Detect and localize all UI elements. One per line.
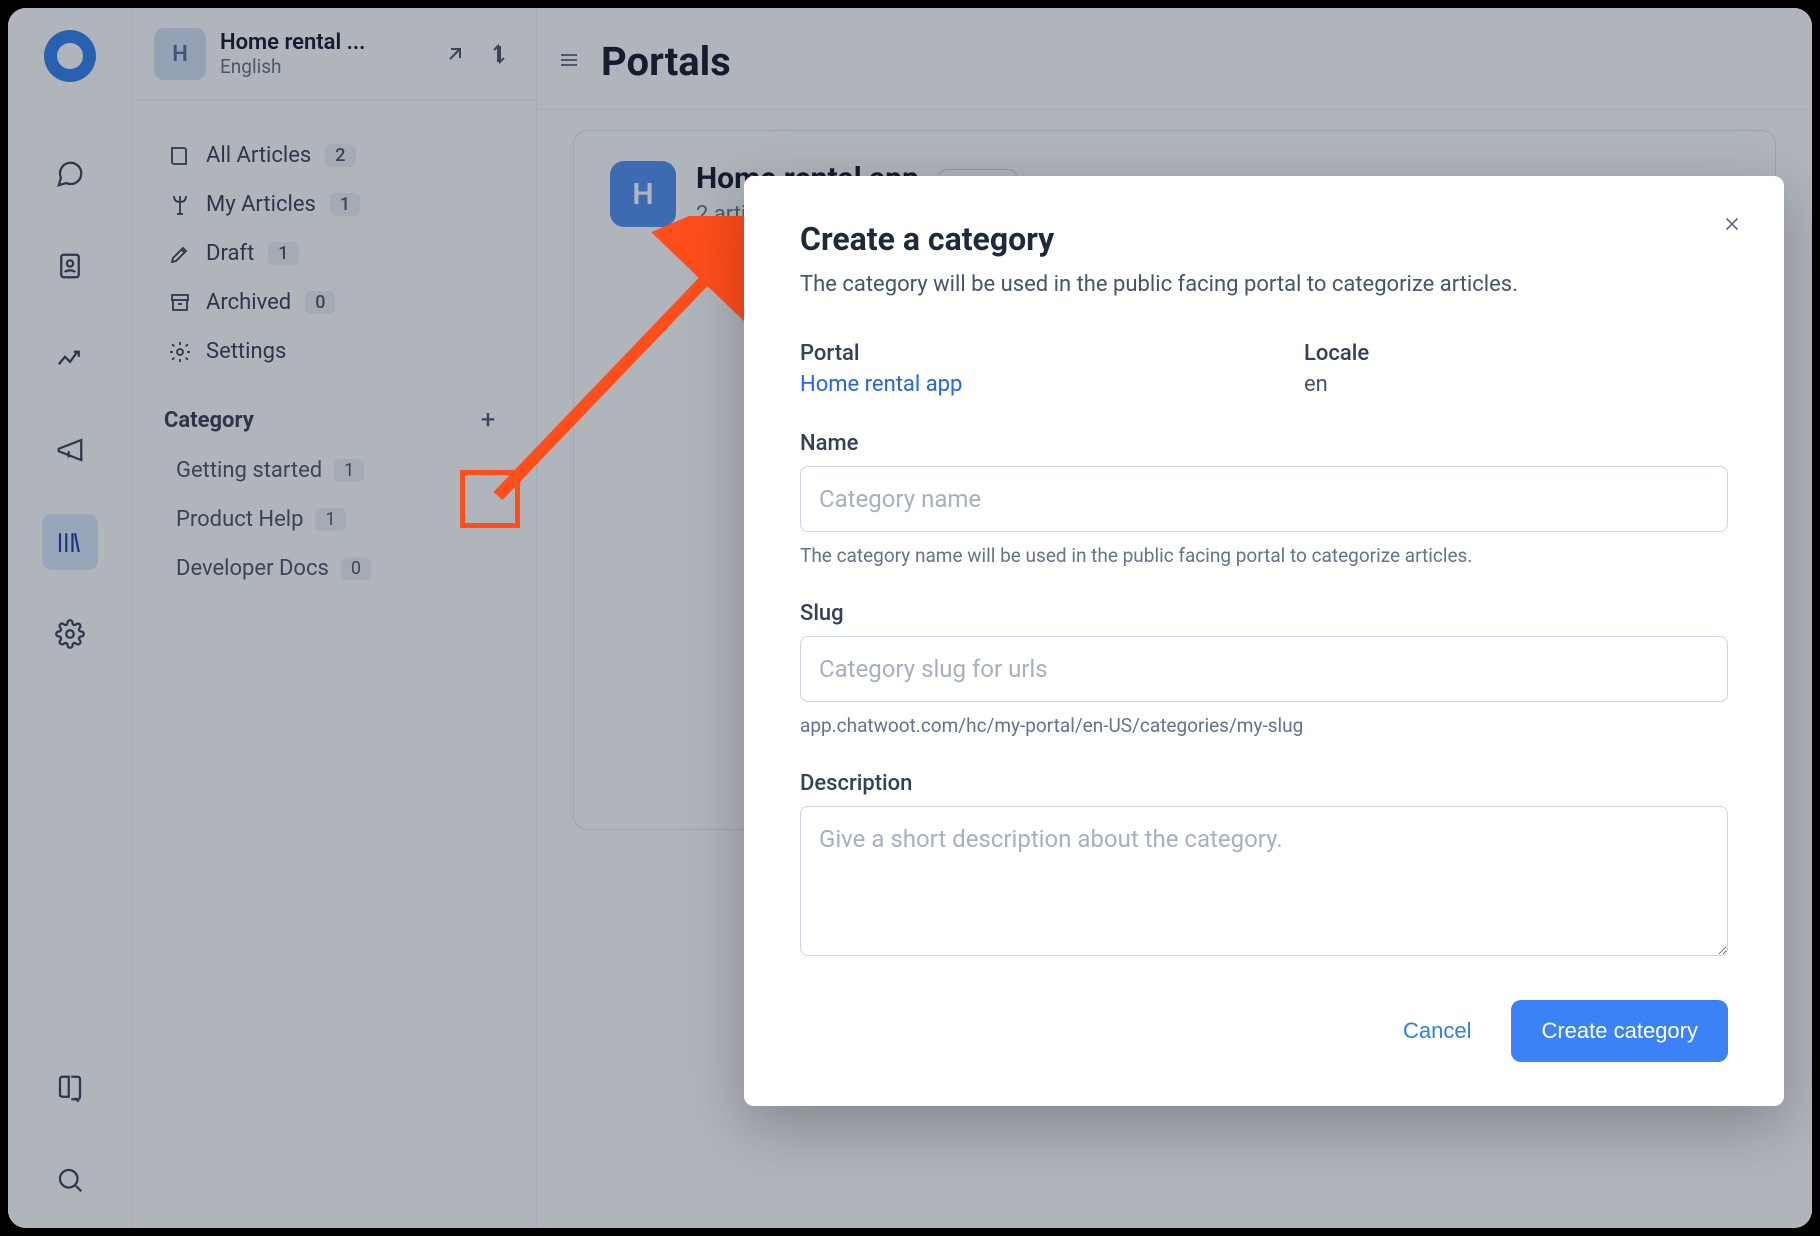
portal-locale: English xyxy=(220,55,426,78)
portal-card-avatar: H xyxy=(610,161,676,227)
sidebar-item-settings[interactable]: Settings xyxy=(154,327,514,376)
close-icon[interactable] xyxy=(1716,208,1748,240)
main-header: Portals xyxy=(537,8,1812,110)
portal-name: Home rental ... xyxy=(220,30,426,55)
count-badge: 1 xyxy=(315,508,345,531)
app-window: H Home rental ... English All Articles 2… xyxy=(8,8,1812,1228)
sidebar-item-label: Draft xyxy=(206,241,254,266)
cancel-button[interactable]: Cancel xyxy=(1393,1004,1481,1058)
sidebar-item-all-articles[interactable]: All Articles 2 xyxy=(154,131,514,180)
contacts-icon[interactable] xyxy=(42,238,98,294)
count-badge: 1 xyxy=(330,193,360,216)
portal-field-value: Home rental app xyxy=(800,372,1224,397)
sidebar-item-label: My Articles xyxy=(206,192,316,217)
create-category-modal: Create a category The category will be u… xyxy=(744,176,1784,1106)
campaigns-icon[interactable] xyxy=(42,422,98,478)
sidebar-item-archived[interactable]: Archived 0 xyxy=(154,278,514,327)
count-badge: 0 xyxy=(305,291,335,314)
slug-label: Slug xyxy=(800,601,1728,626)
slug-hint: app.chatwoot.com/hc/my-portal/en-US/cate… xyxy=(800,714,1728,737)
category-description-input[interactable] xyxy=(800,806,1728,956)
page-title: Portals xyxy=(601,38,731,85)
settings-icon[interactable] xyxy=(42,606,98,662)
book-icon xyxy=(168,144,192,168)
category-section-label: Category xyxy=(164,408,254,433)
modal-title: Create a category xyxy=(800,220,1728,258)
sidebar-item-label: Settings xyxy=(206,339,286,364)
create-category-button[interactable]: Create category xyxy=(1511,1000,1728,1062)
docs-icon[interactable] xyxy=(42,1060,98,1116)
chat-icon[interactable] xyxy=(42,146,98,202)
search-icon[interactable] xyxy=(42,1152,98,1208)
locale-field-label: Locale xyxy=(1304,341,1728,366)
locale-field-value: en xyxy=(1304,372,1728,397)
add-category-button[interactable]: + xyxy=(472,404,504,436)
gear-icon xyxy=(168,340,192,364)
count-badge: 1 xyxy=(268,242,298,265)
count-badge: 0 xyxy=(341,557,371,580)
name-hint: The category name will be used in the pu… xyxy=(800,544,1728,567)
reports-icon[interactable] xyxy=(42,330,98,386)
sidebar-item-draft[interactable]: Draft 1 xyxy=(154,229,514,278)
portal-field-label: Portal xyxy=(800,341,1224,366)
app-logo xyxy=(44,30,96,82)
category-label: Product Help xyxy=(176,507,303,532)
draft-icon xyxy=(168,242,192,266)
sidebar-item-label: Archived xyxy=(206,290,291,315)
category-item[interactable]: Getting started 1 xyxy=(154,446,514,495)
count-badge: 1 xyxy=(334,459,364,482)
category-item[interactable]: Product Help 1 xyxy=(154,495,514,544)
swap-icon[interactable] xyxy=(484,39,514,69)
portal-avatar: H xyxy=(154,28,206,80)
sidebar-item-my-articles[interactable]: My Articles 1 xyxy=(154,180,514,229)
category-label: Developer Docs xyxy=(176,556,329,581)
open-external-icon[interactable] xyxy=(440,39,470,69)
trident-icon xyxy=(168,193,192,217)
count-badge: 2 xyxy=(325,144,355,167)
description-label: Description xyxy=(800,771,1728,796)
archive-icon xyxy=(168,291,192,315)
nav-rail xyxy=(8,8,132,1228)
category-label: Getting started xyxy=(176,458,322,483)
modal-lead: The category will be used in the public … xyxy=(800,272,1728,297)
menu-icon[interactable] xyxy=(557,48,581,76)
category-item[interactable]: Developer Docs 0 xyxy=(154,544,514,593)
portal-switcher[interactable]: H Home rental ... English xyxy=(132,8,536,101)
category-slug-input[interactable] xyxy=(800,636,1728,702)
category-name-input[interactable] xyxy=(800,466,1728,532)
helpcenter-icon[interactable] xyxy=(42,514,98,570)
sidebar-item-label: All Articles xyxy=(206,143,311,168)
sidebar: H Home rental ... English All Articles 2… xyxy=(132,8,537,1228)
name-label: Name xyxy=(800,431,1728,456)
